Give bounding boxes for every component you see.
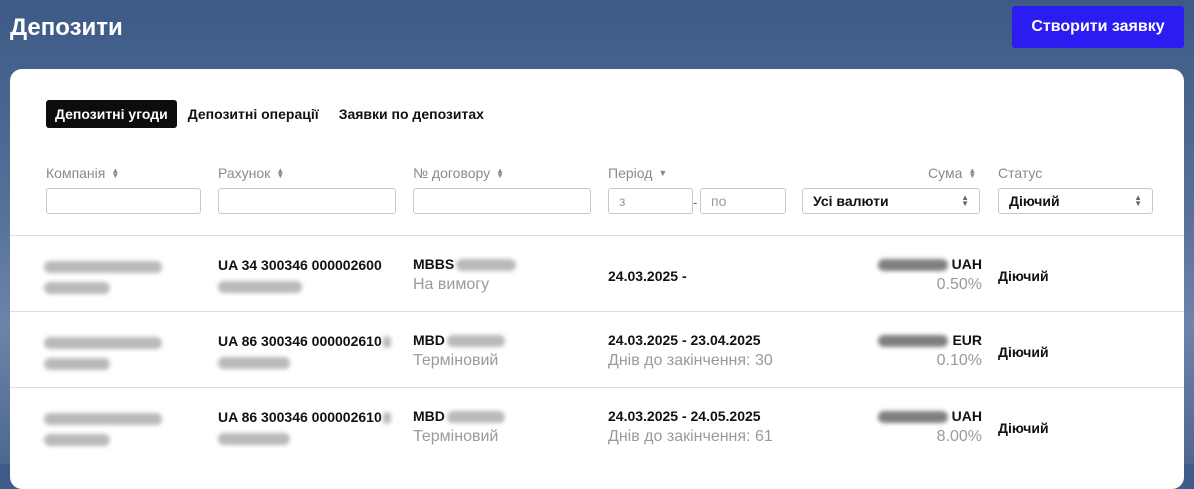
tab-deposit-operations[interactable]: Депозитні операції — [179, 100, 328, 128]
contract-type: Терміновий — [413, 428, 499, 445]
page-title: Депозити — [10, 14, 123, 41]
account-number: UA 86 300346 000002610 — [218, 333, 391, 349]
create-request-button[interactable]: Створити заявку — [1012, 6, 1184, 48]
contract-prefix: MBBS — [413, 256, 455, 272]
column-header-contract[interactable]: № договору ▲ ▼ — [413, 165, 504, 181]
account-number: UA 34 300346 000002600 — [218, 257, 382, 273]
account-extra-redacted — [218, 278, 302, 294]
column-header-company[interactable]: Компанія ▲ ▼ — [46, 165, 119, 181]
days-until-end: Днів до закінчення: 30 — [608, 352, 773, 369]
period-dates: 24.03.2025 - 23.04.2025 — [608, 332, 761, 348]
column-label: Статус — [998, 165, 1043, 181]
column-label: № договору — [413, 165, 491, 181]
status-value: Діючий — [998, 268, 1049, 284]
company-name-redacted — [44, 334, 162, 370]
tab-deposit-requests[interactable]: Заявки по депозитах — [330, 100, 493, 128]
contract-prefix: MBD — [413, 332, 445, 348]
period-separator: - — [693, 195, 698, 210]
status-value: Діючий — [998, 344, 1049, 360]
days-until-end: Днів до закінчення: 61 — [608, 428, 773, 445]
company-filter-input[interactable] — [46, 188, 201, 214]
table-row[interactable]: UA 86 300346 000002610 MBD Терміновий 24… — [10, 311, 1184, 388]
currency-select-value: Усі валюти — [813, 193, 889, 209]
company-name-redacted — [44, 410, 162, 446]
account-filter-input[interactable] — [218, 188, 396, 214]
contract-number: MBD — [413, 408, 505, 424]
table-row[interactable]: UA 34 300346 000002600 MBBS На вимогу 24… — [10, 235, 1184, 312]
contract-filter-input[interactable] — [413, 188, 591, 214]
sort-desc-icon: ▼ — [658, 168, 668, 178]
column-header-period[interactable]: Період ▼ — [608, 165, 667, 181]
interest-rate: 8.00% — [936, 428, 982, 445]
account-number: UA 86 300346 000002610 — [218, 409, 391, 425]
column-label: Сума — [928, 165, 963, 181]
sort-icon: ▲ ▼ — [496, 166, 505, 180]
interest-rate: 0.50% — [936, 276, 982, 293]
amount: UAH — [877, 256, 982, 272]
column-header-status: Статус — [998, 165, 1042, 181]
currency: UAH — [951, 256, 982, 272]
tab-deposit-agreements[interactable]: Депозитні угоди — [46, 100, 177, 128]
period-dates: 24.03.2025 - — [608, 268, 687, 284]
status-select[interactable]: Діючий ▲ ▼ — [998, 188, 1153, 214]
deposits-card: Депозитні угоди Депозитні операції Заявк… — [10, 69, 1184, 489]
amount: UAH — [877, 408, 982, 424]
contract-type: На вимогу — [413, 276, 490, 293]
sort-icon: ▲ ▼ — [968, 166, 977, 180]
contract-type: Терміновий — [413, 352, 499, 369]
column-header-amount[interactable]: Сума ▲ ▼ — [928, 165, 976, 181]
tab-bar: Депозитні угоди Депозитні операції Заявк… — [46, 100, 495, 128]
column-header-account[interactable]: Рахунок ▲ ▼ — [218, 165, 284, 181]
contract-prefix: MBD — [413, 408, 445, 424]
currency-select[interactable]: Усі валюти ▲ ▼ — [802, 188, 980, 214]
currency: UAH — [951, 408, 982, 424]
select-updown-icon: ▲ ▼ — [961, 193, 969, 208]
account-extra-redacted — [218, 354, 290, 370]
amount: EUR — [878, 332, 982, 348]
contract-number: MBBS — [413, 256, 517, 272]
table-row[interactable]: UA 86 300346 000002610 MBD Терміновий 24… — [10, 387, 1184, 464]
column-label: Період — [608, 165, 653, 181]
currency: EUR — [952, 332, 982, 348]
status-select-value: Діючий — [1009, 193, 1060, 209]
period-dates: 24.03.2025 - 24.05.2025 — [608, 408, 761, 424]
account-extra-redacted — [218, 430, 290, 446]
column-label: Рахунок — [218, 165, 271, 181]
period-from-input[interactable] — [608, 188, 693, 214]
select-updown-icon: ▲ ▼ — [1134, 193, 1142, 208]
interest-rate: 0.10% — [936, 352, 982, 369]
status-value: Діючий — [998, 420, 1049, 436]
period-to-input[interactable] — [700, 188, 786, 214]
contract-number: MBD — [413, 332, 505, 348]
column-label: Компанія — [46, 165, 106, 181]
company-name-redacted — [44, 258, 162, 294]
sort-icon: ▲ ▼ — [276, 166, 285, 180]
sort-icon: ▲ ▼ — [111, 166, 120, 180]
